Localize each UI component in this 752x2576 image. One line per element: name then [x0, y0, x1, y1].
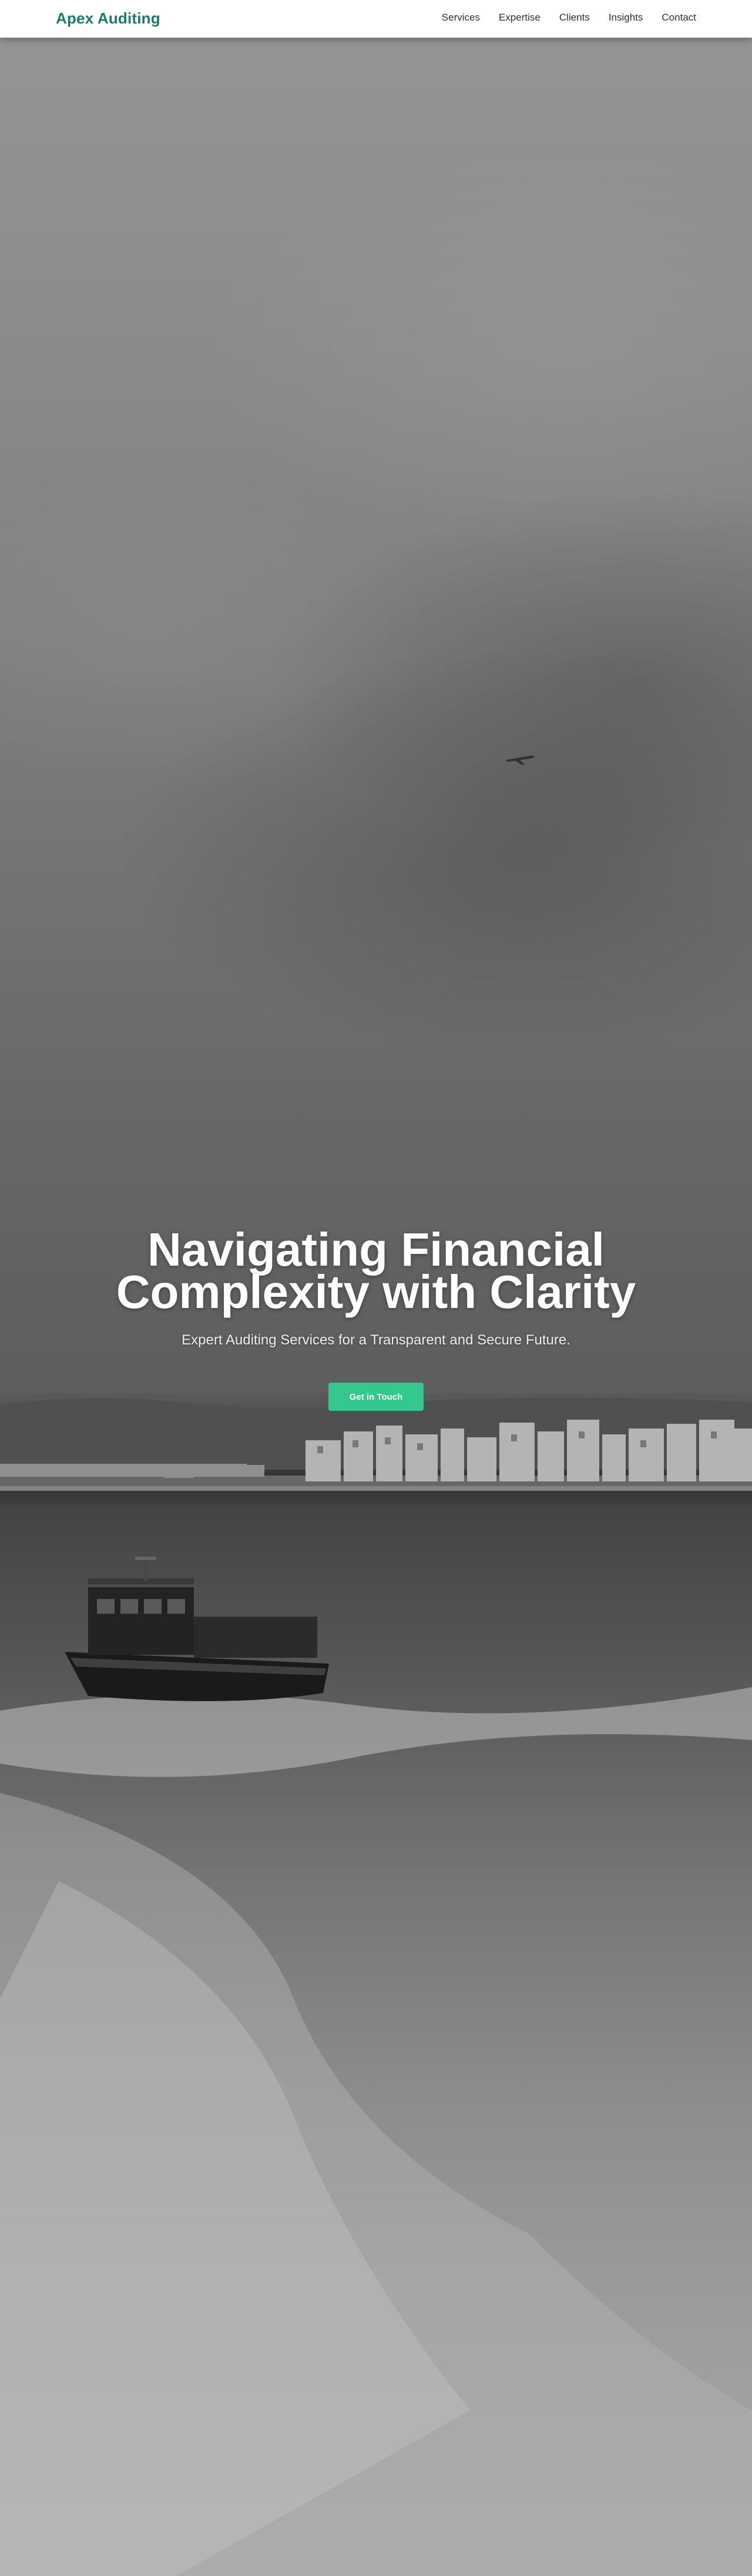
nav-link-clients[interactable]: Clients: [559, 12, 590, 24]
nav-link-expertise[interactable]: Expertise: [499, 12, 540, 24]
nav-link-insights[interactable]: Insights: [609, 12, 643, 24]
nav-link-services[interactable]: Services: [442, 12, 480, 24]
hero-content: Navigating Financial Complexity with Cla…: [0, 1223, 752, 1411]
nav-link-contact[interactable]: Contact: [662, 12, 696, 24]
get-in-touch-button[interactable]: Get in Touch: [328, 1383, 424, 1411]
brand-logo-link[interactable]: Apex Auditing: [56, 9, 160, 28]
site-header: Apex Auditing Services Expertise Clients…: [0, 0, 752, 38]
main-nav: Services Expertise Clients Insights Cont…: [442, 12, 696, 24]
hero-title: Navigating Financial Complexity with Cla…: [116, 1223, 636, 1318]
hero-subtitle: Expert Auditing Services for a Transpare…: [182, 1332, 570, 1348]
